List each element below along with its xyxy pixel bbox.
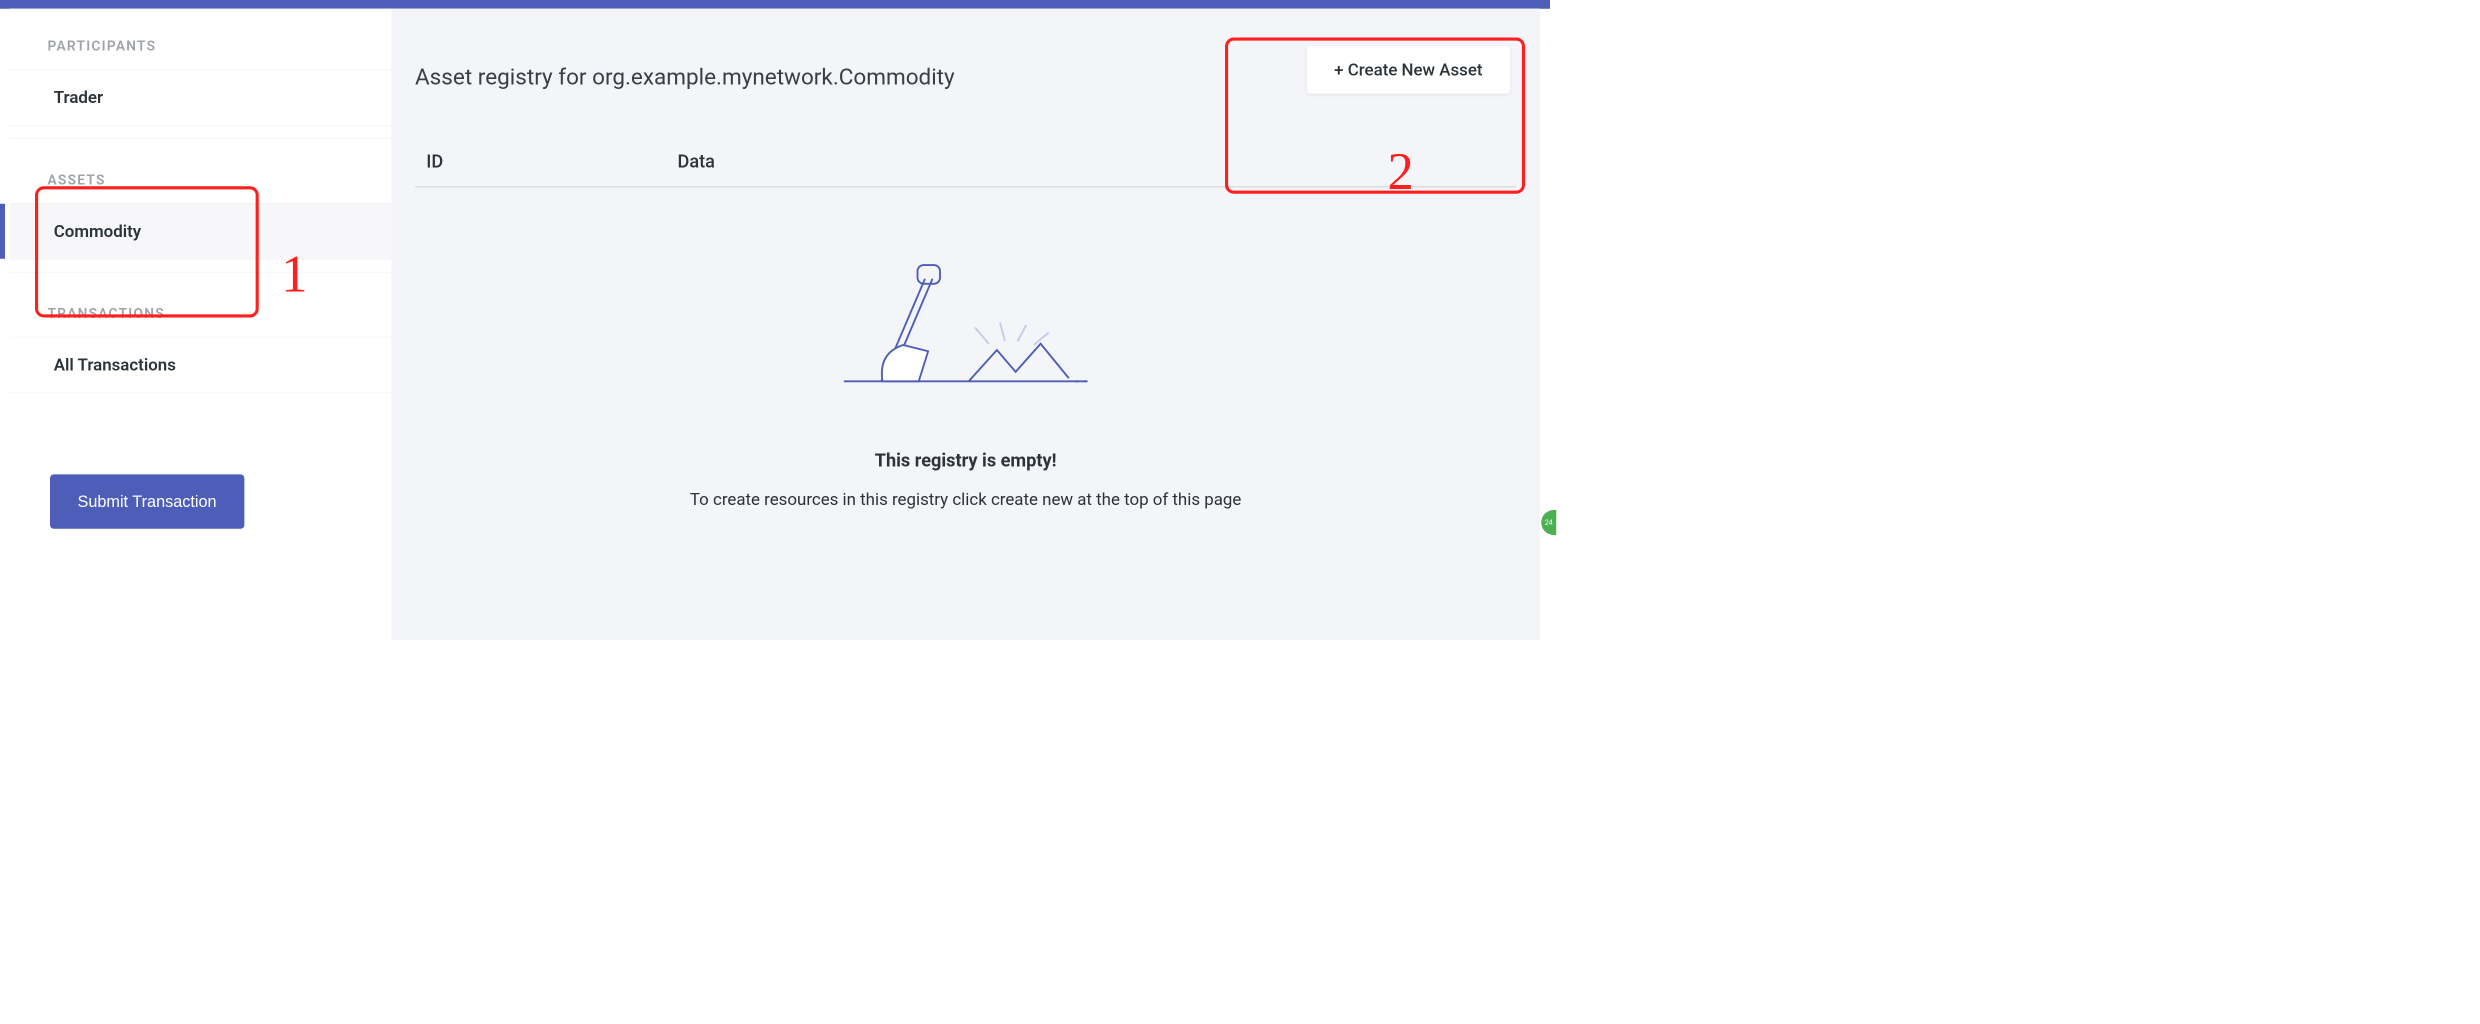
sidebar-section-transactions: TRANSACTIONS	[10, 272, 391, 337]
sidebar-actions: Submit Transaction	[10, 406, 391, 529]
create-new-asset-button[interactable]: + Create New Asset	[1307, 46, 1510, 94]
button-label: + Create New Asset	[1334, 60, 1482, 80]
submit-transaction-button[interactable]: Submit Transaction	[50, 474, 244, 528]
sidebar-section-participants: PARTICIPANTS	[10, 9, 391, 70]
sidebar-item-commodity[interactable]: Commodity	[10, 203, 391, 259]
column-data: Data	[678, 151, 1517, 172]
sidebar-item-label: All Transactions	[54, 355, 176, 375]
sidebar: PARTICIPANTS Trader ASSETS Commodity TRA…	[10, 9, 391, 640]
floating-badge[interactable]: 24	[1541, 510, 1556, 535]
app-content: PARTICIPANTS Trader ASSETS Commodity TRA…	[10, 9, 1540, 640]
sidebar-item-label: Commodity	[54, 221, 141, 241]
badge-text: 24	[1545, 518, 1553, 526]
sidebar-item-trader[interactable]: Trader	[10, 69, 391, 125]
main-panel: Asset registry for org.example.mynetwork…	[391, 9, 1540, 640]
sidebar-item-label: Trader	[54, 88, 103, 108]
button-label: Submit Transaction	[78, 492, 217, 511]
shovel-icon	[844, 263, 1088, 394]
top-bar	[0, 0, 1550, 9]
sidebar-item-all-transactions[interactable]: All Transactions	[10, 337, 391, 393]
sidebar-section-assets: ASSETS	[10, 138, 391, 203]
empty-state-illustration	[415, 263, 1516, 394]
empty-state-title: This registry is empty!	[415, 450, 1516, 471]
column-id: ID	[415, 151, 678, 172]
empty-state-subtitle: To create resources in this registry cli…	[666, 488, 1266, 512]
table-header: ID Data	[415, 151, 1516, 187]
